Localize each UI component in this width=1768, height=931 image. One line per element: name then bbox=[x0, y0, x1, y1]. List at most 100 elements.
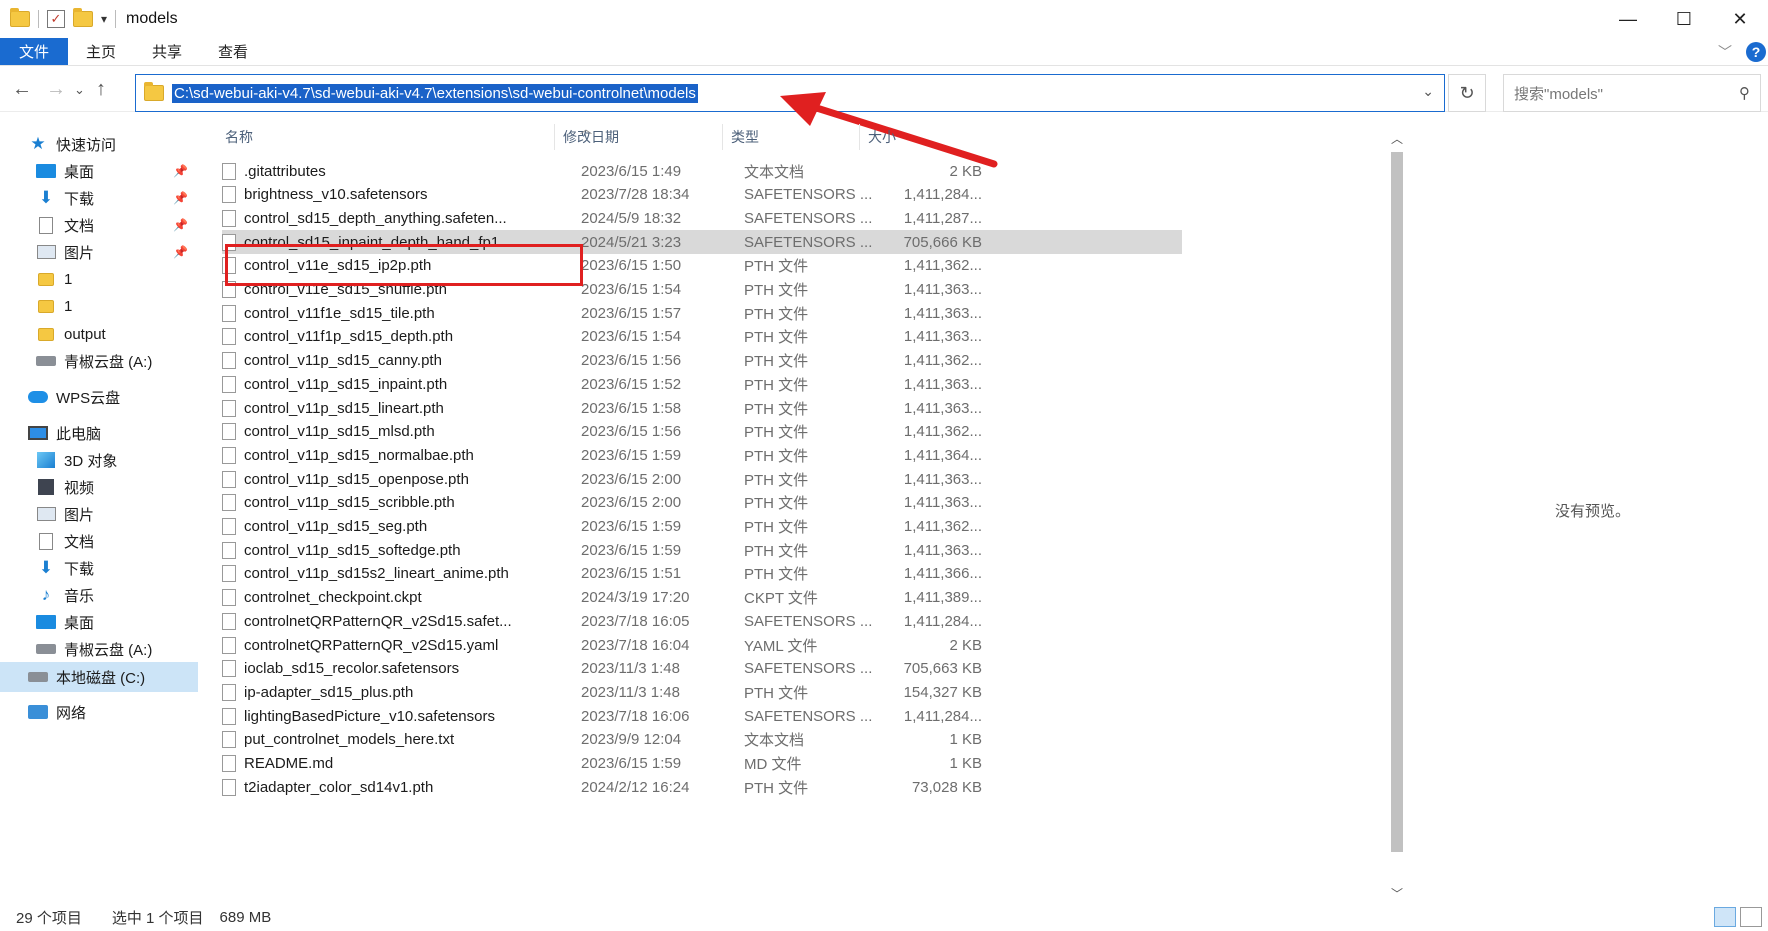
table-row[interactable]: ioclab_sd15_recolor.safetensors 2023/11/3… bbox=[222, 657, 1182, 681]
table-row[interactable]: controlnet_checkpoint.ckpt 2024/3/19 17:2… bbox=[222, 586, 1182, 610]
vertical-scrollbar[interactable]: ︿ ﹀ bbox=[1388, 130, 1406, 903]
close-button[interactable]: ✕ bbox=[1712, 0, 1768, 38]
sidebar-item[interactable]: ⬇ 下载 bbox=[0, 553, 198, 583]
file-size-text: 1,411,363... bbox=[903, 304, 982, 322]
table-row[interactable]: controlnetQRPatternQR_v2Sd15.yaml 2023/7/… bbox=[222, 633, 1182, 657]
sidebar-item[interactable]: WPS云盘 bbox=[0, 382, 198, 412]
table-row[interactable]: control_v11f1e_sd15_tile.pth 2023/6/15 1:… bbox=[222, 301, 1182, 325]
minimize-button[interactable]: — bbox=[1600, 0, 1656, 38]
sidebar-item[interactable]: 青椒云盘 (A:) bbox=[0, 634, 198, 664]
sidebar-item-label: 下载 bbox=[64, 190, 95, 208]
table-row[interactable]: controlnetQRPatternQR_v2Sd15.safet... 202… bbox=[222, 609, 1182, 633]
sidebar-item[interactable]: 本地磁盘 (C:) bbox=[0, 662, 198, 692]
file-name: control_v11p_sd15_normalbae.pth bbox=[222, 443, 542, 467]
pin-icon[interactable]: 📌 bbox=[173, 245, 188, 259]
scroll-down-icon[interactable]: ﹀ bbox=[1388, 885, 1406, 903]
table-row[interactable]: control_v11p_sd15_normalbae.pth 2023/6/15… bbox=[222, 443, 1182, 467]
back-icon[interactable]: ← bbox=[12, 78, 32, 101]
file-type-text: PTH 文件 bbox=[744, 353, 809, 371]
sidebar-item[interactable]: 桌面 📌 bbox=[0, 156, 198, 186]
tab-home[interactable]: 主页 bbox=[68, 38, 134, 65]
sidebar-item[interactable]: 桌面 bbox=[0, 607, 198, 637]
sidebar-item[interactable]: 网络 bbox=[0, 697, 198, 727]
chevron-down-icon[interactable]: ▾ bbox=[101, 12, 107, 26]
help-icon[interactable]: ? bbox=[1746, 42, 1766, 62]
file-date-text: 2023/6/15 1:50 bbox=[581, 257, 682, 275]
sidebar-item-label: 图片 bbox=[64, 244, 95, 262]
file-size-text: 1,411,363... bbox=[903, 281, 982, 298]
pin-icon[interactable]: 📌 bbox=[173, 191, 188, 205]
network-icon bbox=[28, 703, 48, 721]
table-row[interactable]: t2iadapter_color_sd14v1.pth 2024/2/12 16:… bbox=[222, 775, 1182, 799]
maximize-button[interactable]: ☐ bbox=[1656, 0, 1712, 38]
file-icon bbox=[222, 375, 236, 393]
table-row[interactable]: lightingBasedPicture_v10.safetensors 2023… bbox=[222, 704, 1182, 728]
tab-file[interactable]: 文件 bbox=[0, 38, 68, 65]
folder-icon bbox=[36, 297, 56, 315]
sidebar-item[interactable]: 视频 bbox=[0, 472, 198, 502]
sidebar-item[interactable]: 图片 bbox=[0, 499, 198, 529]
large-icons-view-icon[interactable] bbox=[1740, 907, 1762, 927]
sidebar-item[interactable]: output bbox=[0, 319, 198, 349]
search-input[interactable]: 搜索"models" ⚲ bbox=[1503, 74, 1761, 112]
sidebar-item[interactable]: 此电脑 bbox=[0, 418, 198, 448]
table-row[interactable]: ip-adapter_sd15_plus.pth 2023/11/3 1:48 PT… bbox=[222, 680, 1182, 704]
table-row[interactable]: README.md 2023/6/15 1:59 MD 文件 1 KB bbox=[222, 752, 1182, 776]
table-row[interactable]: brightness_v10.safetensors 2023/7/28 18:3… bbox=[222, 183, 1182, 207]
sidebar-item[interactable]: ⬇ 下载 📌 bbox=[0, 183, 198, 213]
expand-ribbon-icon[interactable]: ﹀ bbox=[1718, 42, 1732, 62]
table-row[interactable]: control_v11p_sd15s2_lineart_anime.pth 202… bbox=[222, 562, 1182, 586]
new-folder-icon[interactable] bbox=[73, 8, 93, 27]
address-path[interactable]: C:\sd-webui-aki-v4.7\sd-webui-aki-v4.7\e… bbox=[172, 83, 698, 103]
up-icon[interactable]: ↑ bbox=[96, 78, 106, 101]
file-name-text: controlnetQRPatternQR_v2Sd15.yaml bbox=[244, 636, 499, 654]
table-row[interactable]: control_v11p_sd15_lineart.pth 2023/6/15 1… bbox=[222, 396, 1182, 420]
table-row[interactable]: control_v11p_sd15_mlsd.pth 2023/6/15 1:56… bbox=[222, 420, 1182, 444]
column-size[interactable]: 大小 bbox=[860, 124, 995, 150]
file-name-text: ioclab_sd15_recolor.safetensors bbox=[244, 660, 460, 678]
table-row[interactable]: control_v11p_sd15_openpose.pth 2023/6/15 … bbox=[222, 467, 1182, 491]
sidebar-item[interactable]: 青椒云盘 (A:) bbox=[0, 346, 198, 376]
tab-view[interactable]: 查看 bbox=[200, 38, 266, 65]
sidebar-item[interactable]: 1 bbox=[0, 264, 198, 294]
file-date-text: 2024/5/9 18:32 bbox=[581, 209, 682, 227]
column-type[interactable]: 类型 bbox=[723, 124, 860, 150]
column-name[interactable]: 名称 bbox=[217, 124, 555, 150]
file-name-text: control_v11p_sd15_mlsd.pth bbox=[244, 423, 435, 441]
table-row[interactable]: .gitattributes 2023/6/15 1:49 文本文档 2 KB bbox=[222, 159, 1182, 183]
sidebar-item[interactable]: ★ 快速访问 bbox=[0, 129, 198, 159]
table-row[interactable]: control_v11p_sd15_scribble.pth 2023/6/15 … bbox=[222, 491, 1182, 515]
table-row[interactable]: control_v11p_sd15_softedge.pth 2023/6/15 … bbox=[222, 538, 1182, 562]
sidebar-item[interactable]: 图片 📌 bbox=[0, 237, 198, 267]
file-name-text: control_v11p_sd15_lineart.pth bbox=[244, 399, 444, 417]
table-row[interactable]: control_v11p_sd15_inpaint.pth 2023/6/15 1… bbox=[222, 372, 1182, 396]
ribbon-right: ﹀ ? bbox=[1718, 38, 1768, 66]
file-icon bbox=[222, 541, 236, 559]
table-row[interactable]: control_v11p_sd15_canny.pth 2023/6/15 1:5… bbox=[222, 349, 1182, 373]
file-icon bbox=[222, 731, 236, 749]
scroll-up-icon[interactable]: ︿ bbox=[1388, 130, 1406, 148]
sidebar-item[interactable]: 3D 对象 bbox=[0, 445, 198, 475]
tab-share[interactable]: 共享 bbox=[134, 38, 200, 65]
table-row[interactable]: put_controlnet_models_here.txt 2023/9/9 1… bbox=[222, 728, 1182, 752]
pin-icon[interactable]: 📌 bbox=[173, 164, 188, 178]
recent-locations-icon[interactable]: ⌄ bbox=[74, 82, 85, 98]
sidebar-item[interactable]: 文档 bbox=[0, 526, 198, 556]
file-icon bbox=[222, 636, 236, 654]
properties-icon[interactable]: ✓ bbox=[47, 10, 65, 28]
scroll-thumb[interactable] bbox=[1391, 152, 1403, 852]
table-row[interactable]: control_v11p_sd15_seg.pth 2023/6/15 1:59 P… bbox=[222, 515, 1182, 539]
chevron-down-icon[interactable]: ⌄ bbox=[1422, 83, 1434, 100]
sidebar-item[interactable]: 文档 📌 bbox=[0, 210, 198, 240]
folder-icon[interactable] bbox=[10, 8, 30, 27]
sidebar-item[interactable]: ♪ 音乐 bbox=[0, 580, 198, 610]
search-icon[interactable]: ⚲ bbox=[1739, 84, 1750, 102]
details-view-icon[interactable] bbox=[1714, 907, 1736, 927]
table-row[interactable]: control_sd15_depth_anything.safeten... 20… bbox=[222, 206, 1182, 230]
file-date: 2023/6/15 1:52 bbox=[581, 372, 741, 396]
pin-icon[interactable]: 📌 bbox=[173, 218, 188, 232]
refresh-button[interactable]: ↻ bbox=[1448, 74, 1486, 112]
table-row[interactable]: control_v11f1p_sd15_depth.pth 2023/6/15 1… bbox=[222, 325, 1182, 349]
forward-icon[interactable]: → bbox=[46, 78, 66, 101]
sidebar-item[interactable]: 1 bbox=[0, 291, 198, 321]
